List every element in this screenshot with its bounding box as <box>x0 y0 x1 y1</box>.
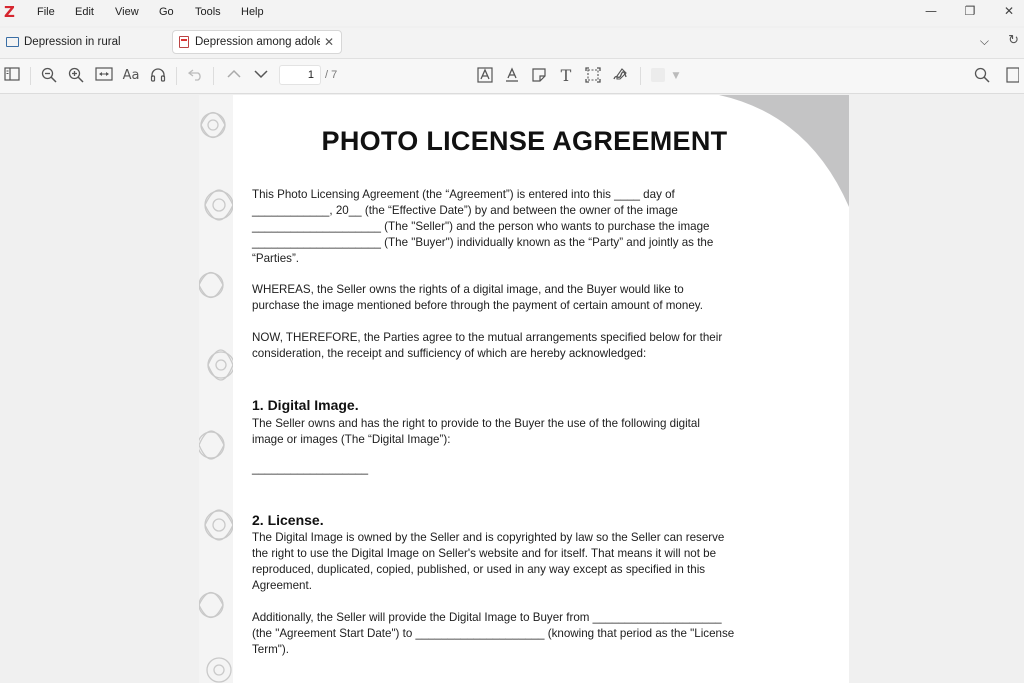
section-heading-license: 2. License. <box>252 512 324 528</box>
app-logo: Z <box>4 3 15 21</box>
page-number-input[interactable]: 1 <box>279 65 321 85</box>
minimize-button[interactable]: — <box>921 4 941 20</box>
now-therefore-paragraph: NOW, THEREFORE, the Parties agree to the… <box>252 331 723 360</box>
tab-library[interactable]: Depression in rural <box>6 30 166 54</box>
tabs-menu-chevron-icon[interactable]: ⌵ <box>980 34 989 49</box>
headphones-icon[interactable] <box>148 67 168 85</box>
add-text-icon[interactable]: T <box>556 67 576 85</box>
floral-border-decoration <box>199 95 235 683</box>
highlight-text-icon[interactable] <box>475 67 495 85</box>
menu-file[interactable]: File <box>37 6 55 18</box>
digital-image-paragraph: The Seller owns and has the right to pro… <box>252 417 700 446</box>
tab-pdf-label: Depression among adolescents <box>195 36 320 48</box>
license-paragraph: The Digital Image is owned by the Seller… <box>252 531 725 592</box>
note-icon[interactable] <box>529 67 549 85</box>
tab-library-label: Depression in rural <box>24 36 121 48</box>
context-pane-icon[interactable] <box>1002 67 1022 85</box>
fit-width-icon[interactable] <box>94 67 114 85</box>
prev-page-icon[interactable] <box>224 67 244 85</box>
blank-line: __________________ <box>252 462 369 475</box>
license-term-paragraph: Additionally, the Seller will provide th… <box>252 611 735 656</box>
zoom-out-icon[interactable] <box>39 67 59 85</box>
toolbar-separator <box>640 67 641 85</box>
reader-toolbar: Aa 1 / 7 T ▼ <box>0 59 1024 94</box>
menu-help[interactable]: Help <box>241 6 264 18</box>
page-total: / 7 <box>325 69 338 81</box>
tab-close-icon[interactable]: ✕ <box>324 35 334 49</box>
text-size-icon[interactable]: Aa <box>121 67 141 85</box>
toolbar-separator <box>176 67 177 85</box>
document-title: PHOTO LICENSE AGREEMENT <box>321 126 728 156</box>
pdf-page: PHOTO LICENSE AGREEMENT This Photo Licen… <box>199 95 849 683</box>
menu-go[interactable]: Go <box>159 6 174 18</box>
tab-bar: Depression in rural Depression among ado… <box>0 28 1024 59</box>
undo-icon[interactable] <box>186 67 206 85</box>
color-dropdown-chevron-icon[interactable]: ▼ <box>666 67 686 85</box>
menu-edit[interactable]: Edit <box>75 6 94 18</box>
folder-icon <box>6 37 19 47</box>
menu-tools[interactable]: Tools <box>195 6 221 18</box>
section-heading-digital-image: 1. Digital Image. <box>252 397 359 413</box>
tab-pdf-document[interactable]: Depression among adolescents ✕ <box>172 30 342 54</box>
underline-text-icon[interactable] <box>502 67 522 85</box>
zoom-in-icon[interactable] <box>66 67 86 85</box>
toolbar-separator <box>213 67 214 85</box>
toolbar-separator <box>30 67 31 85</box>
area-select-icon[interactable] <box>583 67 603 85</box>
whereas-paragraph: WHEREAS, the Seller owns the rights of a… <box>252 283 703 312</box>
sidebar-toggle-icon[interactable] <box>2 67 22 85</box>
ink-icon[interactable] <box>610 67 630 85</box>
menu-view[interactable]: View <box>115 6 139 18</box>
sync-icon[interactable]: ↻ <box>1008 33 1019 48</box>
restore-button[interactable]: ❐ <box>960 4 980 20</box>
close-window-button[interactable]: ✕ <box>999 4 1019 20</box>
color-picker-icon[interactable] <box>651 68 665 82</box>
menu-bar: Z File Edit View Go Tools Help — ❐ ✕ <box>0 0 1024 26</box>
intro-paragraph: This Photo Licensing Agreement (the “Agr… <box>252 188 714 265</box>
next-page-icon[interactable] <box>251 67 271 85</box>
pdf-icon <box>179 36 189 48</box>
search-icon[interactable] <box>972 67 992 85</box>
